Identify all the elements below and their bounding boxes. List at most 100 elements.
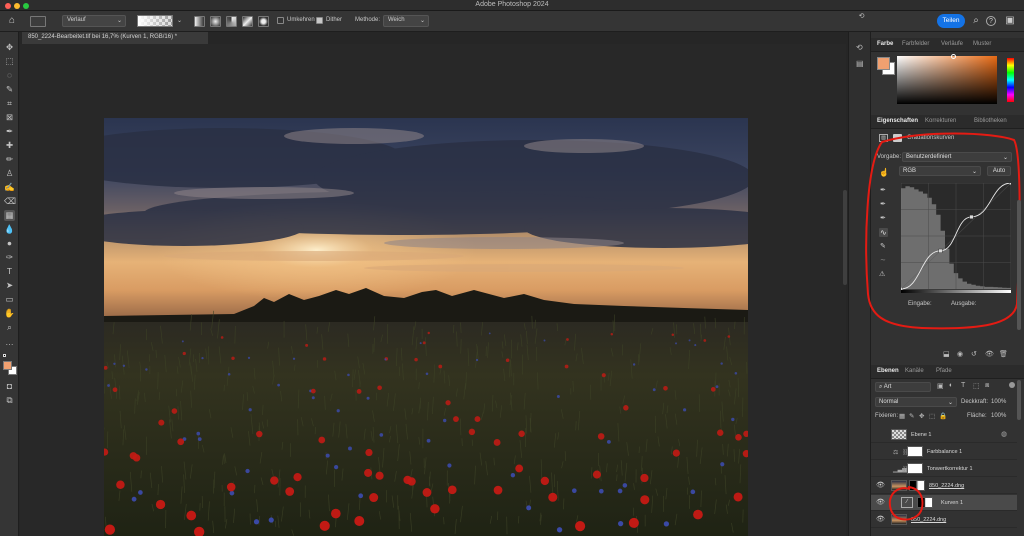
canvas-scrollbar[interactable] [843,190,847,285]
tab-paths[interactable]: Pfade [936,368,952,374]
brush-tool-icon[interactable]: ✏ [4,154,15,165]
linear-gradient-button[interactable] [194,16,205,27]
visibility-toggle-empty[interactable] [876,431,884,439]
filter-smart-object-icon[interactable]: ⧈ [985,382,989,390]
tool-preset-picker[interactable] [30,16,46,27]
eye-icon[interactable]: 👁 [876,499,885,507]
tab-color[interactable]: Farbe [877,41,893,47]
default-colors-icon[interactable] [3,354,6,357]
poppy-flower [540,476,550,486]
filter-pixel-icon[interactable]: ▣ [937,382,944,390]
layer-name[interactable]: Ebene 1 [911,432,932,438]
pen-tool-icon[interactable]: ✑ [4,252,15,263]
color-field[interactable] [897,56,997,104]
lock-position-icon[interactable]: ✥ [919,412,924,420]
fill-value[interactable]: 100% [991,413,1006,419]
eraser-tool-icon[interactable]: ⌫ [4,196,16,207]
healing-brush-tool-icon[interactable]: ✚ [4,140,15,151]
search-icon[interactable]: ⌕ [970,15,982,27]
document-image[interactable] [104,118,748,536]
type-tool-icon[interactable]: T [4,266,15,277]
lock-pixels-icon[interactable]: ✎ [909,412,914,420]
filter-type-icon[interactable]: T [961,382,965,389]
cornflower [510,472,516,478]
screen-mode-icon[interactable]: ⧉ [4,395,15,406]
visibility-toggle-empty[interactable] [876,448,884,456]
hue-slider[interactable] [1007,58,1014,102]
tab-channels[interactable]: Kanäle [905,368,924,374]
reflected-gradient-button[interactable] [242,16,253,27]
layer-name[interactable]: 850_2224.dng [929,483,964,489]
foreground-color-chip-front[interactable] [877,57,890,70]
layer-row[interactable]: ⚖ ⛓ Farbbalance 1 [871,444,1017,460]
quick-select-tool-icon[interactable]: ✎ [4,84,15,95]
tab-layers[interactable]: Ebenen [877,368,899,374]
tab-gradients[interactable]: Verläufe [941,41,963,47]
lock-artboard-icon[interactable]: ⬚ [929,412,935,420]
clone-stamp-tool-icon[interactable]: ♙ [4,168,15,179]
clip-to-layer-icon[interactable]: ⬓ [943,350,950,358]
help-icon[interactable]: ? [986,16,996,26]
visibility-icon[interactable]: 👁 [985,350,994,358]
method-select[interactable]: Weich ⌄ [383,15,429,27]
hand-tool-icon[interactable]: ✋ [4,308,15,319]
history-brush-tool-icon[interactable]: ✍ [4,182,15,193]
rectangle-tool-icon[interactable]: ▭ [4,294,15,305]
dither-checkbox[interactable] [316,17,323,24]
more-tools-icon[interactable]: … [4,337,15,348]
marquee-tool-icon[interactable]: ⬚ [4,56,15,67]
properties-scrollbar[interactable] [1017,200,1021,330]
layer-row[interactable]: ▁▃▅ ⛓ Tonwertkorrektur 1 [871,461,1017,477]
crop-tool-icon[interactable]: ⌗ [4,98,15,109]
filter-adjustment-icon[interactable]: ◐ [949,382,953,389]
visibility-toggle-empty[interactable] [876,465,884,473]
quick-mask-icon[interactable]: ◘ [4,381,15,392]
layer-name[interactable]: Kurven 1 [941,500,963,506]
history-panel-icon[interactable]: ⟲ [857,12,866,21]
zoom-tool-icon[interactable]: ⌕ [4,322,15,333]
view-previous-icon[interactable]: ◉ [957,350,963,358]
tab-swatches[interactable]: Farbfelder [902,41,929,47]
frame-tool-icon[interactable]: ⊠ [4,112,15,123]
eye-icon[interactable]: 👁 [876,482,885,490]
layer-row[interactable]: Ebene 1 ◍ [871,427,1017,443]
document-tab[interactable]: 850_2224-Bearbeitet.tif bei 16,7% (Kurve… [22,32,208,44]
dodge-tool-icon[interactable]: ● [4,238,15,249]
workspace-icon[interactable]: ▣ [1004,15,1016,27]
share-button[interactable]: Teilen [937,14,965,28]
layer-name[interactable]: Farbbalance 1 [927,449,962,455]
radial-gradient-button[interactable] [210,16,221,27]
comments-panel-icon[interactable]: ▤ [856,59,864,68]
filter-shape-icon[interactable]: ⬚ [973,382,980,390]
home-icon[interactable]: ⌂ [6,15,18,27]
move-tool-icon[interactable]: ✥ [4,42,15,53]
gradient-tool-icon[interactable]: ▦ [4,210,15,221]
blur-tool-icon[interactable]: 💧 [4,224,15,235]
reset-icon[interactable]: ↺ [971,350,977,358]
path-select-tool-icon[interactable]: ➤ [4,280,15,291]
layer-name[interactable]: Tonwertkorrektur 1 [927,466,973,472]
layer-mask-thumbnail[interactable] [907,463,923,474]
eyedropper-tool-icon[interactable]: ✒ [4,126,15,137]
lock-all-icon[interactable]: 🔒 [939,412,947,420]
history-panel-icon[interactable]: ⟲ [856,43,863,52]
layer-mask-thumbnail[interactable] [907,446,923,457]
foreground-color-swatch[interactable] [3,361,12,370]
gradient-type-select[interactable]: Verlauf ⌄ [62,15,126,27]
layer-filter-select[interactable]: ⌕ Art [875,382,931,392]
gradient-preview[interactable] [137,15,173,27]
reverse-checkbox[interactable] [277,17,284,24]
delete-icon[interactable]: 🗑 [999,350,1008,358]
opacity-value[interactable]: 100% [991,399,1006,405]
blend-mode-select[interactable]: Normal ⌄ [875,397,957,407]
angle-gradient-button[interactable] [226,16,237,27]
lock-transparency-icon[interactable]: ▦ [899,412,905,420]
diamond-gradient-button[interactable] [258,16,269,27]
eye-icon[interactable]: 👁 [876,516,885,524]
layers-scrollbar[interactable] [1017,380,1021,420]
color-picker-handle[interactable] [951,54,956,59]
lasso-tool-icon[interactable]: ◌ [4,70,15,81]
filter-toggle[interactable] [1009,382,1015,388]
tab-patterns[interactable]: Muster [973,41,991,47]
chevron-down-icon[interactable]: ⌄ [177,17,182,24]
